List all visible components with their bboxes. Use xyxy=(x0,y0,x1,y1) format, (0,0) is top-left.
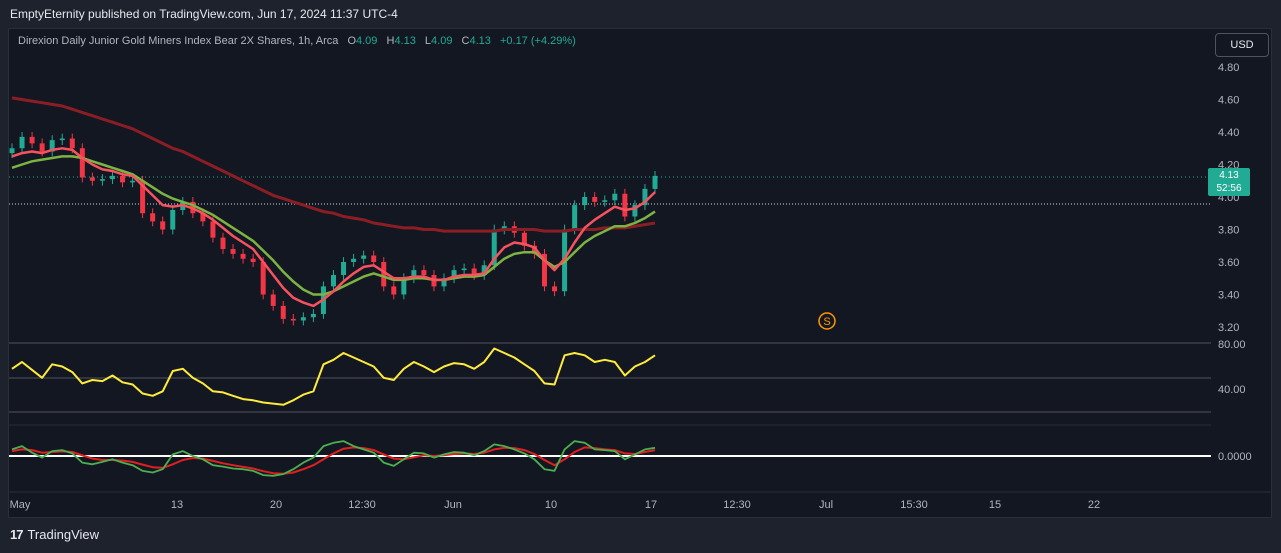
candle-body xyxy=(652,175,658,189)
symbol-legend: Direxion Daily Junior Gold Miners Index … xyxy=(18,35,576,47)
candle-body xyxy=(391,286,397,295)
candle-body xyxy=(461,268,467,271)
change-value: +0.17 (+4.29%) xyxy=(499,35,576,47)
candle-body xyxy=(89,177,95,181)
candle-body xyxy=(29,136,35,144)
candle-body xyxy=(120,175,126,183)
time-tick-label: May xyxy=(10,499,31,511)
time-tick-label: 13 xyxy=(171,499,183,511)
candle-body xyxy=(19,136,25,149)
candle-body xyxy=(421,270,427,275)
bar-countdown: 52:56 xyxy=(1216,183,1242,194)
open-value: 4.09 xyxy=(356,35,378,47)
candle-body xyxy=(341,262,347,275)
rsi-tick-label: 80.00 xyxy=(1218,339,1246,351)
price-tick-label: 4.40 xyxy=(1218,127,1239,139)
time-tick-label: 15:30 xyxy=(900,499,928,511)
close-value: 4.13 xyxy=(469,35,491,47)
candle-body xyxy=(240,253,246,259)
price-tick-label: 4.60 xyxy=(1218,95,1239,107)
tradingview-logo[interactable]: 17 TradingView xyxy=(10,527,99,542)
event-marker-icon[interactable]: S xyxy=(818,312,836,330)
candle-body xyxy=(361,255,367,259)
time-tick-label: 15 xyxy=(989,499,1001,511)
candle-body xyxy=(150,213,156,222)
candle-body xyxy=(260,262,266,295)
candle-body xyxy=(300,317,306,321)
candle-body xyxy=(109,175,115,180)
time-tick-label: 17 xyxy=(645,499,657,511)
candle-body xyxy=(612,193,618,201)
price-axis: 4.804.604.404.204.003.803.603.403.20 xyxy=(1218,62,1239,334)
candle-body xyxy=(9,148,15,154)
time-axis: May 13 20 12:30 Jun 10 17 12:30 Jul 15:30 15 22 xyxy=(9,491,1271,511)
oscillator-panel: 0.0000 xyxy=(9,440,1252,477)
time-tick-label: 10 xyxy=(545,499,557,511)
rsi-panel: 80.00 40.00 xyxy=(9,339,1246,413)
time-tick-label: 12:30 xyxy=(723,499,751,511)
candle-body xyxy=(170,210,176,230)
low-value: 4.09 xyxy=(431,35,453,47)
tradingview-brand: TradingView xyxy=(27,527,100,542)
svg-text:S: S xyxy=(823,316,830,328)
candle-body xyxy=(220,237,226,249)
price-tick-label: 3.80 xyxy=(1218,225,1239,237)
candle-body xyxy=(602,200,608,202)
time-tick-label: 12:30 xyxy=(348,499,376,511)
candle-body xyxy=(210,221,216,238)
currency-button[interactable]: USD xyxy=(1215,33,1269,57)
candle-body xyxy=(160,221,166,230)
chart-canvas[interactable]: 4.804.604.404.204.003.803.603.403.20 80.… xyxy=(0,0,1281,553)
candle-body xyxy=(351,258,357,262)
candle-body xyxy=(99,179,105,181)
candle-body xyxy=(290,318,296,321)
price-tick-label: 3.60 xyxy=(1218,257,1239,269)
candle-body xyxy=(280,305,286,319)
rsi-line xyxy=(11,347,656,406)
last-price: 4.13 xyxy=(1219,170,1239,181)
candle-body xyxy=(250,258,256,262)
osc-fast-line xyxy=(11,440,656,477)
open-label: O xyxy=(347,35,356,47)
time-tick-label: 20 xyxy=(270,499,282,511)
candle-body xyxy=(572,205,578,230)
candles xyxy=(9,132,658,326)
osc-tick-label: 0.0000 xyxy=(1218,451,1252,463)
candle-body xyxy=(310,314,316,318)
price-tick-label: 3.20 xyxy=(1218,322,1239,334)
last-price-tag: 4.13 52:56 xyxy=(1208,168,1250,196)
high-value: 4.13 xyxy=(394,35,416,47)
candle-body xyxy=(59,138,65,141)
time-tick-label: 22 xyxy=(1088,499,1100,511)
candle-body xyxy=(552,286,558,292)
candle-body xyxy=(130,180,136,183)
candle-body xyxy=(79,148,85,178)
time-tick-label: Jun xyxy=(444,499,462,511)
rsi-tick-label: 40.00 xyxy=(1218,384,1246,396)
price-tick-label: 3.40 xyxy=(1218,290,1239,302)
tradingview-logo-icon: 17 xyxy=(10,527,24,542)
candle-body xyxy=(582,197,588,206)
sma-long-line xyxy=(11,96,656,233)
candle-body xyxy=(622,193,628,217)
candle-body xyxy=(331,275,336,287)
candle-body xyxy=(69,138,75,149)
candle-body xyxy=(371,255,377,262)
time-tick-label: Jul xyxy=(819,499,833,511)
candle-body xyxy=(39,143,45,152)
price-tick-label: 4.80 xyxy=(1218,62,1239,74)
candle-body xyxy=(270,294,276,306)
price-grid xyxy=(9,176,1211,426)
symbol-name: Direxion Daily Junior Gold Miners Index … xyxy=(18,35,339,47)
candle-body xyxy=(230,249,236,254)
candle-body xyxy=(592,197,598,202)
